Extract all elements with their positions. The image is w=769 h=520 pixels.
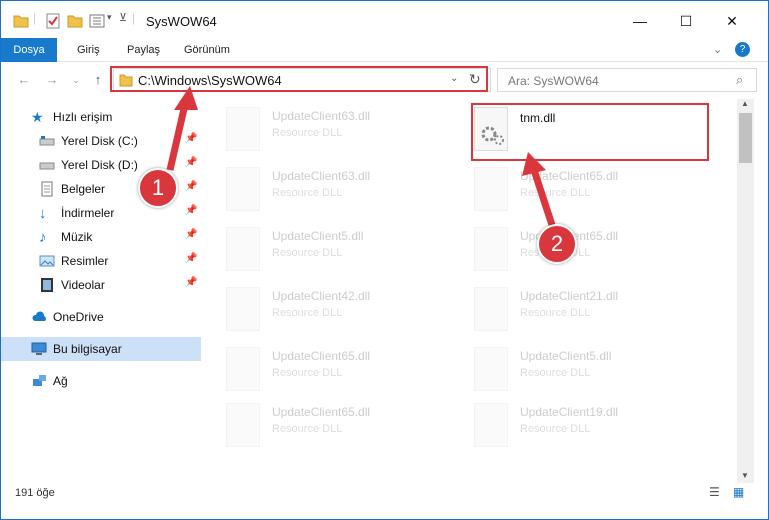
- callout-badge-1: 1: [138, 168, 178, 208]
- arrowhead-icon: [522, 152, 546, 176]
- callout-badge-2: 2: [537, 224, 577, 264]
- arrow-line: [530, 168, 556, 227]
- arrow-line: [166, 99, 190, 171]
- arrows-overlay: [166, 86, 556, 227]
- arrowhead-icon: [174, 86, 198, 110]
